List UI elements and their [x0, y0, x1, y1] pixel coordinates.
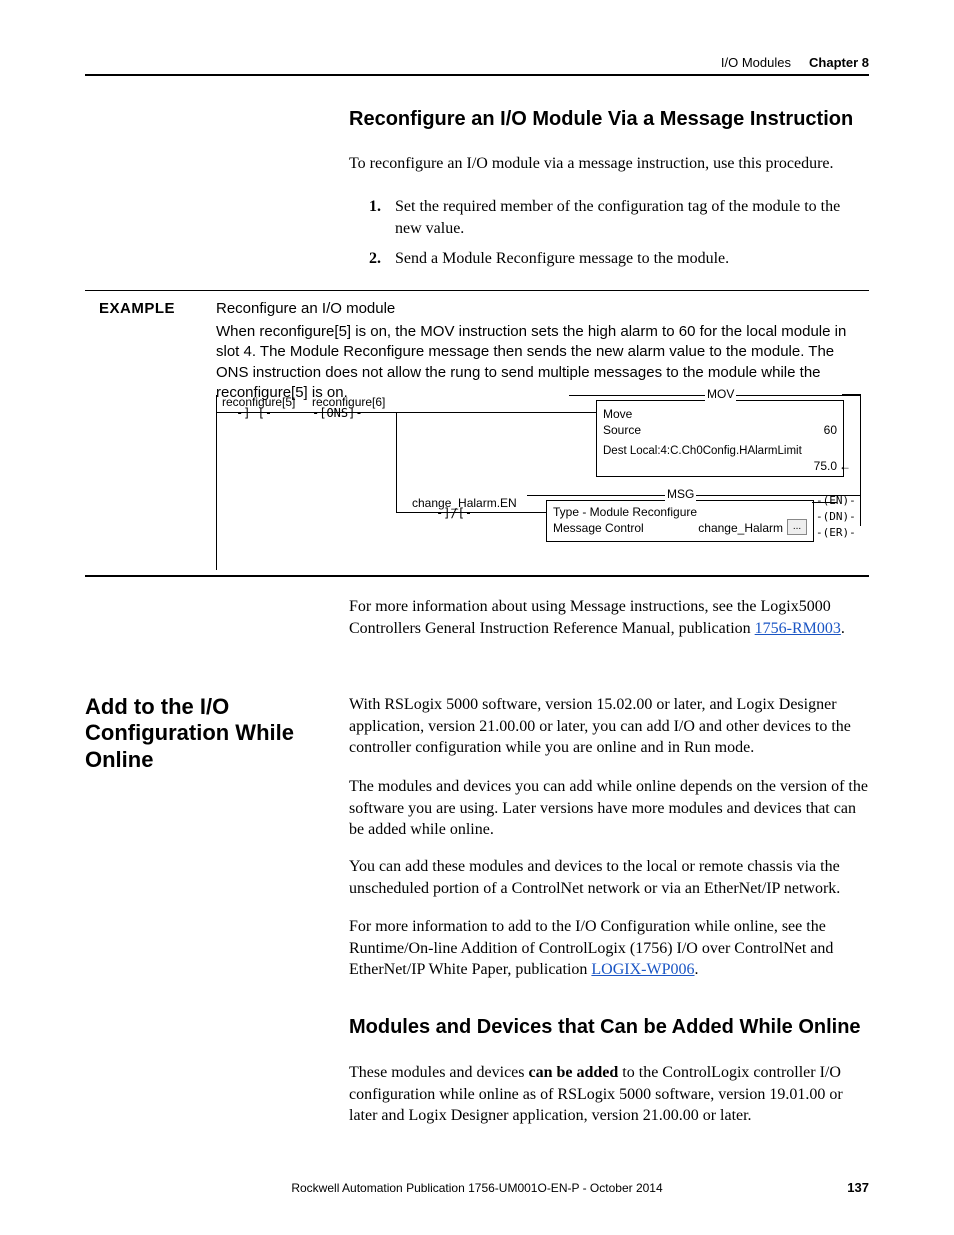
coil-dn: DN: [829, 510, 842, 523]
mov-box: MOV Move Source 60 Dest Local:4:C.Ch0Con…: [596, 400, 844, 477]
coil-en: EN: [829, 494, 842, 507]
step-2-text: Send a Module Reconfigure message to the…: [395, 248, 865, 270]
example-label: EXAMPLE: [99, 300, 175, 317]
paragraph-reconfigure-intro: To reconfigure an I/O module via a messa…: [349, 153, 869, 175]
msg-l2a: Message Control: [553, 521, 644, 535]
msg-title: MSG: [665, 487, 696, 501]
paragraph-addio-2: The modules and devices you can add whil…: [349, 776, 869, 841]
coil-er: ER: [829, 526, 842, 539]
header-chapter: Chapter 8: [809, 55, 869, 70]
msg-box: MSG Type - Module Reconfigure Message Co…: [546, 500, 814, 542]
paragraph-modules-online: These modules and devices can be added t…: [349, 1062, 869, 1127]
paragraph-addio-4: For more information to add to the I/O C…: [349, 916, 869, 981]
addio-4b: .: [695, 961, 699, 978]
paragraph-addio-1: With RSLogix 5000 software, version 15.0…: [349, 694, 869, 759]
header-rule: [85, 74, 869, 76]
msg-l1: Type - Module Reconfigure: [553, 505, 697, 519]
heading-modules-online: Modules and Devices that Can be Added Wh…: [349, 1016, 861, 1039]
example-rule-top: [85, 290, 869, 291]
example-title: Reconfigure an I/O module: [216, 300, 395, 317]
ladder-ons: ONS: [326, 406, 348, 420]
mov-l2a: Source: [603, 423, 641, 437]
step-2-number: 2.: [369, 248, 391, 270]
mov-l2b: 60: [824, 423, 837, 437]
step-1: 1. Set the required member of the config…: [369, 196, 869, 239]
step-2: 2. Send a Module Reconfigure message to …: [369, 248, 869, 270]
link-logix-wp006[interactable]: LOGIX-WP006: [591, 961, 694, 978]
modules-bold: can be added: [529, 1064, 619, 1081]
modules-a: These modules and devices: [349, 1064, 529, 1081]
running-header: I/O Modules Chapter 8: [721, 55, 869, 70]
ladder-diagram: reconfigure[5] -] [- reconfigure[6] -[ON…: [216, 390, 871, 570]
mov-l4: 75.0: [814, 459, 837, 473]
header-section: I/O Modules: [721, 55, 791, 70]
step-1-text: Set the required member of the configura…: [395, 196, 865, 239]
step-1-number: 1.: [369, 196, 391, 218]
mov-l1: Move: [603, 407, 632, 421]
example-rule-bottom: [85, 575, 869, 577]
paragraph-addio-3: You can add these modules and devices to…: [349, 856, 869, 899]
msg-ellipsis-button[interactable]: ...: [787, 519, 807, 535]
footer-page-number: 137: [847, 1180, 869, 1195]
mov-l3: Dest Local:4:C.Ch0Config.HAlarmLimit: [603, 445, 802, 457]
paragraph-moreinfo-msg: For more information about using Message…: [349, 596, 869, 639]
heading-add-io: Add to the I/O Configuration While Onlin…: [85, 694, 335, 773]
msg-l2b: change_Halarm: [698, 521, 783, 535]
page: I/O Modules Chapter 8 Reconfigure an I/O…: [0, 0, 954, 1235]
link-1756-rm003[interactable]: 1756-RM003: [755, 620, 841, 637]
heading-reconfigure: Reconfigure an I/O Module Via a Message …: [349, 108, 853, 131]
moreinfo-msg-b: .: [841, 620, 845, 637]
footer-publication: Rockwell Automation Publication 1756-UM0…: [291, 1181, 662, 1195]
footer: Rockwell Automation Publication 1756-UM0…: [0, 1181, 954, 1195]
mov-title: MOV: [705, 387, 736, 401]
